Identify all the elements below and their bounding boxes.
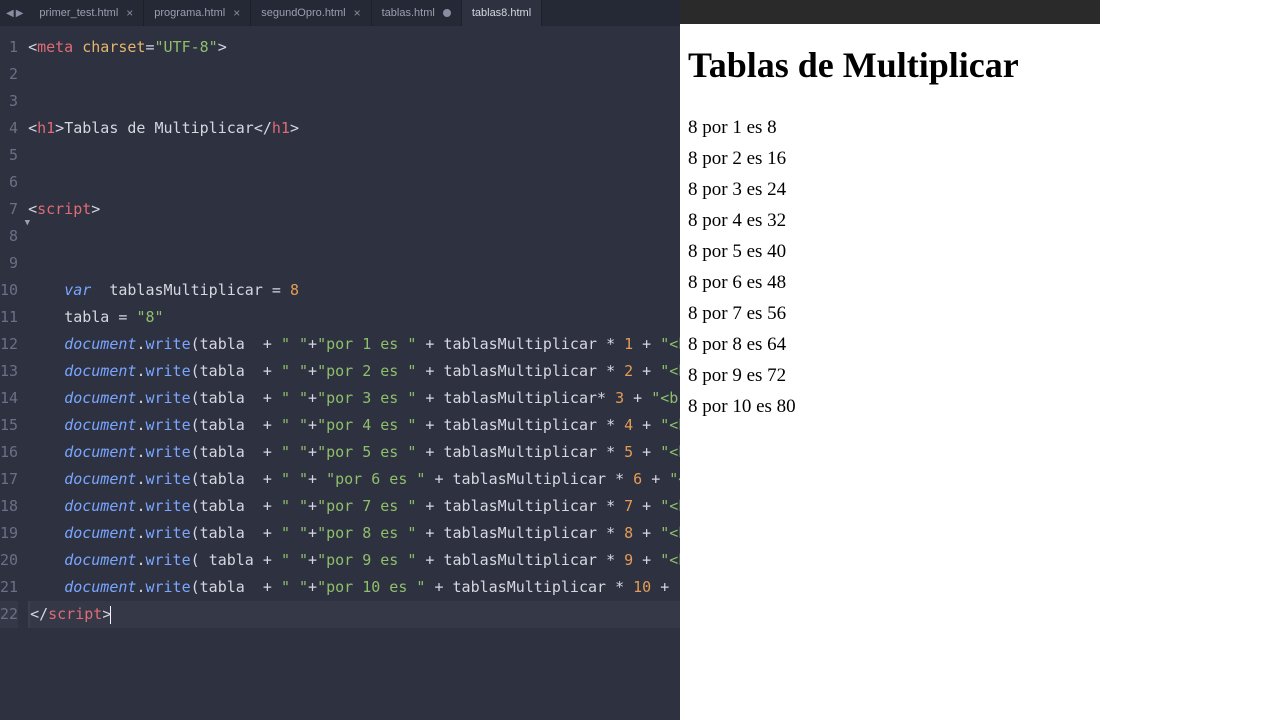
tab-primer_test-html[interactable]: primer_test.html ×: [29, 0, 144, 26]
line-number: 21: [0, 574, 18, 601]
line-number: 19: [0, 520, 18, 547]
code-line[interactable]: <meta charset="UTF-8">: [28, 34, 680, 61]
output-line: 8 por 7 es 56: [688, 298, 1272, 329]
code-line[interactable]: var tablasMultiplicar = 8: [28, 277, 680, 304]
unsaved-dot-icon: [443, 9, 451, 17]
line-number: 7: [0, 196, 18, 223]
tab-label: primer_test.html: [39, 7, 118, 19]
code-editor-pane: ◀ ▶ primer_test.html×programa.html×segun…: [0, 0, 680, 720]
close-icon[interactable]: ×: [233, 6, 240, 20]
code-line[interactable]: document.write(tabla + " "+"por 8 es " +…: [28, 520, 680, 547]
line-number: 4: [0, 115, 18, 142]
browser-preview-pane: Tablas de Multiplicar 8 por 1 es 88 por …: [680, 0, 1280, 720]
tab-nav: ◀ ▶: [0, 8, 29, 19]
output-line: 8 por 4 es 32: [688, 205, 1272, 236]
code-line[interactable]: document.write(tabla + " "+ "por 6 es " …: [28, 466, 680, 493]
code-line[interactable]: [28, 223, 680, 250]
tab-prev-icon[interactable]: ◀: [6, 8, 14, 19]
tab-bar: ◀ ▶ primer_test.html×programa.html×segun…: [0, 0, 680, 26]
tab-tablas8-html[interactable]: tablas8.html: [462, 0, 542, 26]
code-line[interactable]: document.write(tabla + " "+"por 2 es " +…: [28, 358, 680, 385]
tab-label: programa.html: [154, 7, 225, 19]
line-number: 17: [0, 466, 18, 493]
code-line[interactable]: [28, 88, 680, 115]
code-line[interactable]: document.write(tabla + " "+"por 7 es " +…: [28, 493, 680, 520]
line-number: 9: [0, 250, 18, 277]
tab-next-icon[interactable]: ▶: [16, 8, 24, 19]
code-line[interactable]: document.write(tabla + " "+"por 1 es " +…: [28, 331, 680, 358]
code-line[interactable]: <script>: [28, 196, 680, 223]
output-line: 8 por 2 es 16: [688, 143, 1272, 174]
page-heading: Tablas de Multiplicar: [688, 44, 1272, 86]
code-line[interactable]: </script>: [28, 601, 680, 628]
line-number: 10: [0, 277, 18, 304]
line-number: 1: [0, 34, 18, 61]
line-number: 5: [0, 142, 18, 169]
code-line[interactable]: [28, 61, 680, 88]
code-area[interactable]: 123456▼7 8910111213141516171819202122 <m…: [0, 26, 680, 720]
output-line: 8 por 9 es 72: [688, 360, 1272, 391]
line-gutter: 123456▼7 8910111213141516171819202122: [0, 34, 28, 720]
output-line: 8 por 8 es 64: [688, 329, 1272, 360]
line-number: 14: [0, 385, 18, 412]
output-line: 8 por 1 es 8: [688, 112, 1272, 143]
code-line[interactable]: document.write( tabla + " "+"por 9 es " …: [28, 547, 680, 574]
line-number: 6: [0, 169, 18, 196]
code-line[interactable]: document.write(tabla + " "+"por 10 es " …: [28, 574, 680, 601]
line-number: 2: [0, 61, 18, 88]
line-number: 3: [0, 88, 18, 115]
code-line[interactable]: document.write(tabla + " "+"por 5 es " +…: [28, 439, 680, 466]
tab-segundOpro-html[interactable]: segundOpro.html ×: [251, 0, 371, 26]
output-line: 8 por 6 es 48: [688, 267, 1272, 298]
code-line[interactable]: document.write(tabla + " "+"por 3 es " +…: [28, 385, 680, 412]
tab-label: tablas8.html: [472, 7, 531, 19]
page-content: Tablas de Multiplicar 8 por 1 es 88 por …: [680, 24, 1280, 442]
tab-tablas-html[interactable]: tablas.html: [372, 0, 462, 26]
browser-chrome-bar: [680, 0, 1100, 24]
line-number: 12: [0, 331, 18, 358]
line-number: 16: [0, 439, 18, 466]
line-number: 18: [0, 493, 18, 520]
text-cursor: [110, 606, 111, 624]
code-line[interactable]: [28, 250, 680, 277]
tab-programa-html[interactable]: programa.html ×: [144, 0, 251, 26]
code-line[interactable]: [28, 142, 680, 169]
close-icon[interactable]: ×: [354, 6, 361, 20]
tab-label: tablas.html: [382, 7, 435, 19]
output-line: 8 por 5 es 40: [688, 236, 1272, 267]
code-line[interactable]: [28, 169, 680, 196]
close-icon[interactable]: ×: [126, 6, 133, 20]
line-number: 8: [0, 223, 18, 250]
code-content[interactable]: <meta charset="UTF-8"> <h1>Tablas de Mult…: [28, 34, 680, 720]
line-number: 15: [0, 412, 18, 439]
tab-label: segundOpro.html: [261, 7, 345, 19]
line-number: 20: [0, 547, 18, 574]
line-number: 13: [0, 358, 18, 385]
output-line: 8 por 3 es 24: [688, 174, 1272, 205]
code-line[interactable]: <h1>Tablas de Multiplicar</h1>: [28, 115, 680, 142]
output-line: 8 por 10 es 80: [688, 391, 1272, 422]
line-number: 22: [0, 601, 18, 628]
line-number: 11: [0, 304, 18, 331]
code-line[interactable]: tabla = "8": [28, 304, 680, 331]
code-line[interactable]: document.write(tabla + " "+"por 4 es " +…: [28, 412, 680, 439]
